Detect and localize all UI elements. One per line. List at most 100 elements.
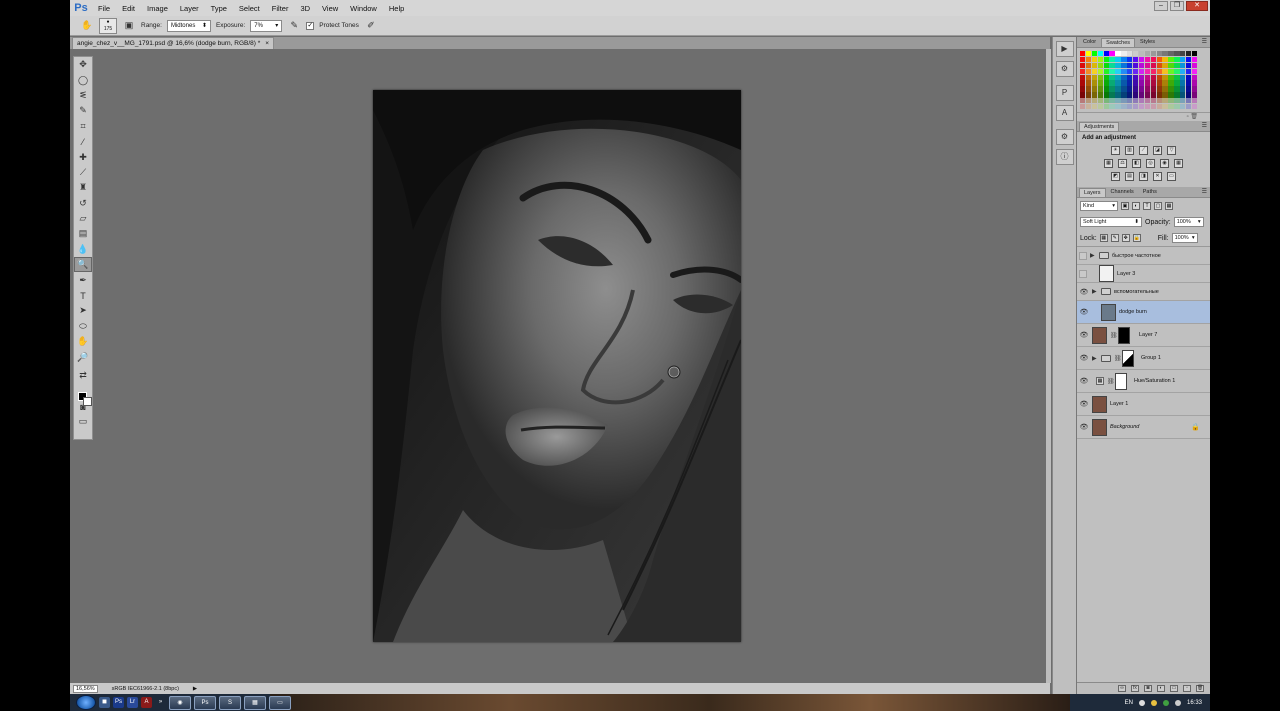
new-layer-icon[interactable]: ▫ <box>1183 685 1191 692</box>
swatch-cell[interactable] <box>1103 62 1109 69</box>
canvas-area[interactable] <box>100 49 1046 683</box>
play-icon[interactable]: ▶ <box>193 686 197 692</box>
color-balance-icon[interactable]: ⚖ <box>1118 159 1127 168</box>
swatch-cell[interactable] <box>1127 68 1133 74</box>
swatch-cell[interactable] <box>1168 74 1174 80</box>
swatch-cell[interactable] <box>1103 74 1109 80</box>
swatch-cell[interactable] <box>1109 56 1115 63</box>
swatch-cell[interactable] <box>1144 98 1151 104</box>
eye-icon[interactable]: 👁 <box>1079 307 1089 317</box>
swatch-cell[interactable] <box>1156 51 1162 57</box>
swatch-cell[interactable] <box>1144 51 1151 57</box>
swatch-cell[interactable] <box>1156 74 1162 80</box>
more-icon[interactable]: » <box>155 697 166 708</box>
swatch-cell[interactable] <box>1121 68 1127 74</box>
layer-row[interactable]: 👁 ▦ ⛓ Hue/Saturation 1 <box>1077 370 1210 393</box>
swatch-cell[interactable] <box>1174 104 1180 110</box>
swatch-cell[interactable] <box>1162 62 1168 69</box>
close-tab-icon[interactable]: × <box>265 40 269 47</box>
layer-row[interactable]: 👁 ▶ ⛓ Group 1 <box>1077 347 1210 370</box>
burn-tool-preset-icon[interactable]: ✋ <box>80 20 94 32</box>
posterize-icon[interactable]: ▤ <box>1125 172 1134 181</box>
swatch-cell[interactable] <box>1080 98 1086 104</box>
swatch-cell[interactable] <box>1174 98 1180 104</box>
menu-image[interactable]: Image <box>141 4 174 13</box>
eye-icon[interactable]: 👁 <box>1079 330 1089 340</box>
swatch-cell[interactable] <box>1186 51 1192 57</box>
swatch-cell[interactable] <box>1085 80 1092 86</box>
swatch-cell[interactable] <box>1180 86 1186 92</box>
zoom-field[interactable]: 16,56% <box>73 684 98 693</box>
swatch-cell[interactable] <box>1186 86 1192 92</box>
swatch-cell[interactable] <box>1162 56 1168 63</box>
swatch-cell[interactable] <box>1156 98 1162 104</box>
tab-paths[interactable]: Paths <box>1139 188 1161 197</box>
menu-type[interactable]: Type <box>205 4 233 13</box>
swatch-cell[interactable] <box>1150 92 1156 98</box>
tab-color[interactable]: Color <box>1079 38 1100 47</box>
swatch-cell[interactable] <box>1097 104 1103 110</box>
swatch-cell[interactable] <box>1080 62 1086 69</box>
photoshop-icon[interactable]: Ps <box>113 697 124 708</box>
swatch-cell[interactable] <box>1097 92 1103 98</box>
swatch-cell[interactable] <box>1097 86 1103 92</box>
swatch-cell[interactable] <box>1121 98 1127 104</box>
swatch-cell[interactable] <box>1091 86 1098 92</box>
swatch-cell[interactable] <box>1097 56 1103 63</box>
range-select[interactable]: Midtones ⬍ <box>166 19 211 32</box>
menu-file[interactable]: File <box>92 4 116 13</box>
panel-menu-icon[interactable]: ☰ <box>1202 38 1207 45</box>
swatch-cell[interactable] <box>1138 86 1145 92</box>
swatch-cell[interactable] <box>1115 86 1121 92</box>
swatch-cell[interactable] <box>1174 56 1180 63</box>
swatch-cell[interactable] <box>1103 68 1109 74</box>
burn-tool-icon[interactable]: 🔍 <box>74 257 92 273</box>
swatch-cell[interactable] <box>1109 68 1115 74</box>
swatch-cell[interactable] <box>1191 51 1198 57</box>
quick-select-tool-icon[interactable]: ✎ <box>74 103 92 118</box>
swatch-cell[interactable] <box>1109 62 1115 69</box>
eyedropper-tool-icon[interactable]: ⁄ <box>74 134 92 149</box>
photo-filter-icon[interactable]: ◎ <box>1146 159 1155 168</box>
swatch-cell[interactable] <box>1191 62 1198 69</box>
clock[interactable]: 16:33 <box>1187 700 1202 706</box>
layer-mask-thumbnail[interactable] <box>1118 326 1130 344</box>
swatch-cell[interactable] <box>1162 86 1168 92</box>
visibility-toggle[interactable] <box>1079 269 1087 278</box>
swatch-cell[interactable] <box>1156 92 1162 98</box>
tray-icon[interactable] <box>1138 699 1145 706</box>
new-swatch-icon[interactable]: ▫ <box>1187 114 1189 120</box>
background-color-swatch[interactable] <box>83 397 92 406</box>
swatch-cell[interactable] <box>1162 104 1168 110</box>
path-select-tool-icon[interactable]: ➤ <box>74 303 92 318</box>
visibility-toggle[interactable] <box>1079 251 1087 260</box>
swatch-cell[interactable] <box>1109 86 1115 92</box>
swatch-cell[interactable] <box>1115 56 1121 63</box>
swatch-cell[interactable] <box>1103 92 1109 98</box>
link-layers-icon[interactable]: ∞ <box>1118 685 1126 692</box>
swatch-cell[interactable] <box>1133 74 1139 80</box>
clone-stamp-tool-icon[interactable]: ♜ <box>74 180 92 195</box>
swatch-cell[interactable] <box>1168 80 1174 86</box>
layer-row[interactable]: ▶ быстрое частотное <box>1077 247 1210 265</box>
swatch-cell[interactable] <box>1162 74 1168 80</box>
volume-icon[interactable] <box>1174 699 1181 706</box>
menu-view[interactable]: View <box>316 4 344 13</box>
expand-arrow-icon[interactable]: ▶ <box>1090 252 1096 259</box>
swatch-cell[interactable] <box>1127 98 1133 104</box>
minimize-button[interactable]: – <box>1154 1 1168 11</box>
swatch-cell[interactable] <box>1186 62 1192 69</box>
swatch-cell[interactable] <box>1121 86 1127 92</box>
swatch-cell[interactable] <box>1186 98 1192 104</box>
airbrush-icon[interactable]: ✎ <box>287 20 301 32</box>
swatch-cell[interactable] <box>1127 86 1133 92</box>
swatch-cell[interactable] <box>1186 68 1192 74</box>
taskbar-skype[interactable]: S <box>219 695 241 710</box>
eye-icon[interactable]: 👁 <box>1079 353 1089 363</box>
swatch-cell[interactable] <box>1109 51 1115 57</box>
swatch-cell[interactable] <box>1121 74 1127 80</box>
swatch-cell[interactable] <box>1150 56 1156 63</box>
swatch-cell[interactable] <box>1127 56 1133 63</box>
vibrance-icon[interactable]: ▽ <box>1167 146 1176 155</box>
swatch-cell[interactable] <box>1138 51 1145 57</box>
